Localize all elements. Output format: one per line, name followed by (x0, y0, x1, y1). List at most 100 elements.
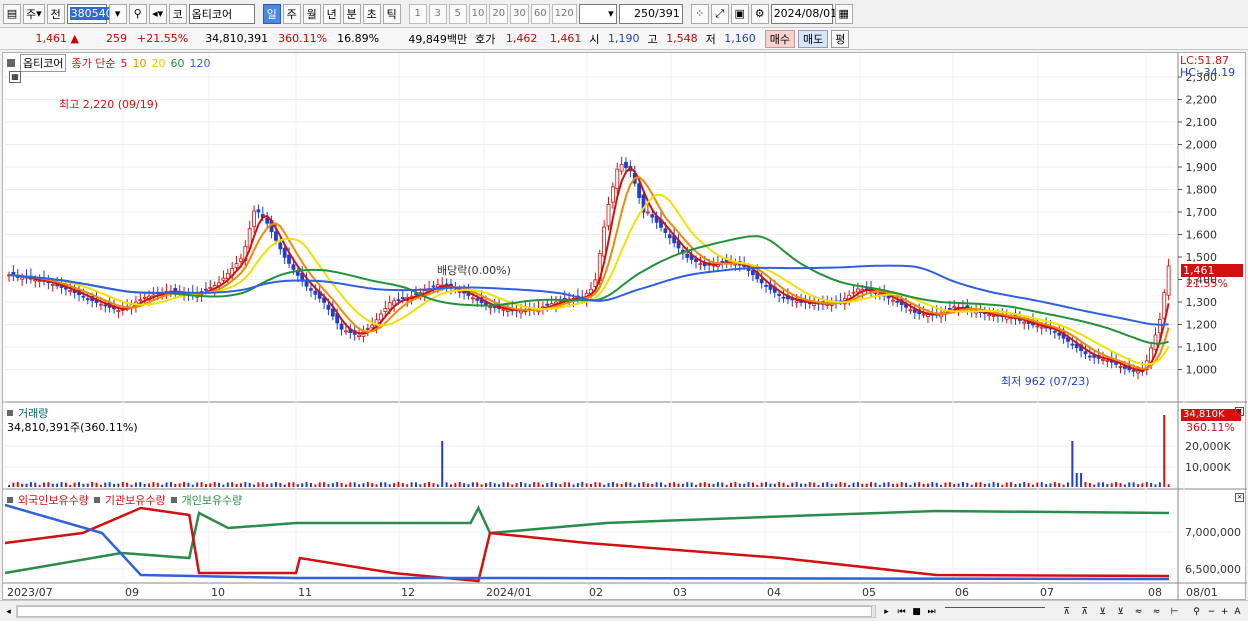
chart-type-icon[interactable]: ▤ (3, 3, 21, 24)
volume-bar (1141, 483, 1144, 487)
candle-body (921, 313, 926, 316)
volume-bar (983, 483, 986, 487)
volume-bar (1115, 482, 1118, 487)
zoom-search-icon[interactable]: ⚲ (1190, 604, 1203, 619)
go-end-icon[interactable]: ⏭ (925, 604, 938, 619)
x-tick-label: 09 (125, 586, 139, 599)
period-second-button[interactable]: 초 (362, 3, 381, 24)
interval-20-button[interactable]: 20 (489, 3, 509, 24)
chart-area[interactable]: 2,300 2,200 2,100 2,000 1,900 1,800 1,700 1,600… (2, 52, 1247, 601)
save-icon[interactable]: ▣ (730, 3, 749, 24)
volume-bar (393, 483, 396, 487)
candle-body (1153, 334, 1158, 351)
stock-code-input[interactable]: 380540 (66, 3, 114, 24)
scroll-track[interactable] (16, 605, 876, 618)
volume-bar (226, 482, 229, 487)
interval-custom-input[interactable]: ▾ (578, 3, 617, 24)
volume-bar (1045, 484, 1048, 487)
candle-body (764, 284, 768, 287)
search-icon[interactable]: ⚲ (128, 3, 147, 24)
volume-bar (541, 484, 544, 487)
volume-bar (856, 482, 859, 487)
volume-bar (1010, 482, 1013, 487)
volume-bar (458, 482, 461, 487)
tool-2-icon[interactable]: ⊼ (1078, 604, 1091, 619)
crosshair-icon[interactable]: ⁘ (690, 3, 709, 24)
tool-4-icon[interactable]: ⊻ (1114, 604, 1127, 619)
table-icon[interactable]: ▦ (9, 71, 21, 83)
volume-panel-close-icon[interactable]: × (1235, 407, 1244, 416)
speaker-icon[interactable]: ◂▾ (148, 3, 167, 24)
interval-10-button[interactable]: 10 (468, 3, 488, 24)
zoom-slider[interactable] (945, 607, 1045, 615)
candle-body (98, 303, 103, 306)
candle-body (777, 293, 782, 296)
volume-bar (432, 483, 435, 487)
candle-body (615, 168, 620, 189)
period-month-button[interactable]: 월 (302, 3, 321, 24)
stop-icon[interactable]: ■ (910, 604, 923, 619)
x-tick-label: 03 (673, 586, 687, 599)
period-minute-button[interactable]: 분 (342, 3, 361, 24)
avg-button[interactable]: 평 (831, 29, 850, 48)
period-tick-button[interactable]: 틱 (382, 3, 401, 24)
volume-bar (82, 483, 85, 487)
tool-7-icon[interactable]: ⊢ (1168, 604, 1181, 619)
volume-bar (156, 482, 159, 487)
interval-120-button[interactable]: 120 (551, 3, 577, 24)
volume-bar (414, 482, 417, 487)
candle-body (1118, 365, 1123, 368)
volume-bar (620, 484, 623, 487)
turnover-rate: 16.89% (337, 32, 380, 45)
gear-icon[interactable]: ⚙ (750, 3, 769, 24)
interval-3-button[interactable]: 3 (428, 3, 447, 24)
volume-bar (625, 482, 628, 487)
date-input[interactable]: 2024/08/01 (770, 3, 837, 24)
volume-bar (126, 482, 129, 487)
legend-stock-name[interactable]: 옵티코어 (20, 54, 67, 72)
volume-bar (12, 482, 15, 487)
interval-60-button[interactable]: 60 (530, 3, 550, 24)
buy-button[interactable]: 매수 (764, 29, 795, 48)
volume-bar (288, 482, 291, 487)
zoom-out-icon[interactable]: − (1205, 604, 1218, 619)
legend-ma120: 120 (189, 56, 211, 70)
volume-bar (1075, 473, 1078, 487)
tool-5-icon[interactable]: ≈ (1132, 604, 1145, 619)
volume-bar (353, 482, 356, 487)
tool-6-icon[interactable]: ≈ (1150, 604, 1163, 619)
interval-1-button[interactable]: 1 (408, 3, 427, 24)
price-tick-label: 1,900 (1186, 161, 1218, 174)
volume-bar (546, 482, 549, 487)
candle-body (1022, 321, 1027, 324)
draw-icon[interactable]: ⤢ (710, 3, 729, 24)
market-label[interactable]: 코 (168, 3, 187, 24)
calendar-icon[interactable]: ▦ (834, 3, 853, 24)
period-year-button[interactable]: 년 (322, 3, 341, 24)
period-day-button[interactable]: 일 (262, 3, 281, 24)
sell-button[interactable]: 매도 (797, 29, 829, 48)
scroll-left-icon[interactable]: ◂ (2, 604, 15, 619)
prev-button[interactable]: 전 (46, 3, 65, 24)
scroll-right-icon[interactable]: ▸ (880, 604, 893, 619)
candle-body (396, 299, 401, 302)
font-size-icon[interactable]: A (1231, 604, 1244, 619)
candle-body (326, 304, 331, 310)
holding-panel-close-icon[interactable]: × (1235, 493, 1244, 502)
tool-1-icon[interactable]: ⊼ (1060, 604, 1073, 619)
scroll-thumb[interactable] (17, 606, 872, 617)
stock-name-field[interactable]: 옵티코어 (188, 3, 255, 24)
volume-bar (1154, 484, 1157, 487)
volume-bar (922, 483, 925, 487)
go-start-icon[interactable]: ⏮ (895, 604, 908, 619)
volume-bar (918, 482, 921, 487)
period-select[interactable]: 주 ▾ (23, 3, 45, 24)
volume-bar (629, 482, 632, 487)
zoom-in-icon[interactable]: + (1218, 604, 1231, 619)
interval-30-button[interactable]: 30 (510, 3, 529, 24)
count-field[interactable]: 250/391 (618, 3, 683, 24)
interval-5-button[interactable]: 5 (448, 3, 467, 24)
code-dropdown-icon[interactable]: ▾ (108, 3, 127, 24)
tool-3-icon[interactable]: ⊻ (1096, 604, 1109, 619)
period-week-button[interactable]: 주 (282, 3, 301, 24)
